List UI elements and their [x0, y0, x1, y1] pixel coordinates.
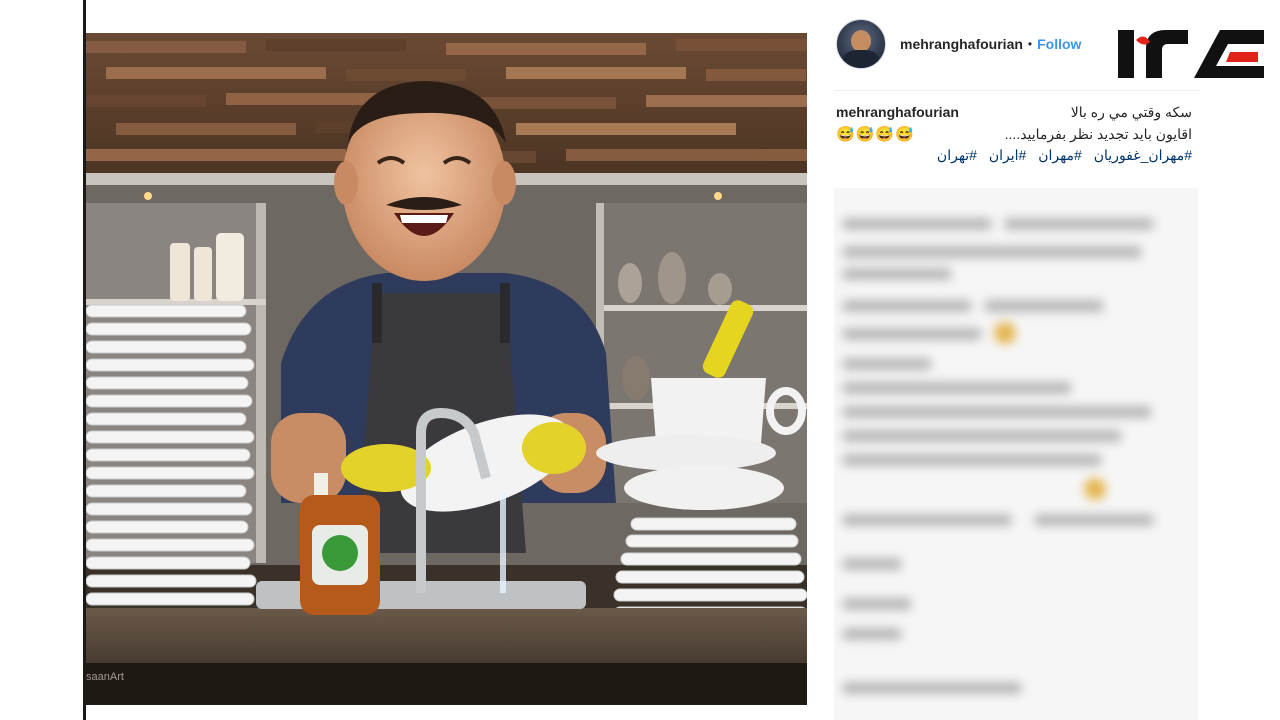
post-username[interactable]: mehranghafourian [900, 36, 1023, 52]
hashtag-link[interactable]: #ایران [989, 147, 1026, 163]
header-separator: • [1027, 37, 1033, 51]
avatar[interactable] [836, 19, 886, 69]
caption-line-2: 😅😅😅😅 اقايون بايد تجديد نظر بفرماييد.... [836, 125, 1192, 144]
caption-text-1: سکه وقتي مي ره بالا [1070, 104, 1192, 120]
caption-emojis: 😅😅😅😅 [836, 126, 915, 143]
caption-hashtags: #مهران_غفوریان #مهران #ایران #تهران [836, 147, 1192, 164]
post-image[interactable]: saanArt [86, 33, 807, 705]
hashtag-link[interactable]: #تهران [937, 147, 977, 163]
avatar-body [843, 50, 879, 68]
post-header: mehranghafourian • Follow [836, 18, 1081, 70]
blurred-comments-area [834, 188, 1198, 720]
post-side-panel: mehranghafourian • Follow mehranghafouri… [808, 0, 1280, 720]
caption-text-2: اقايون بايد تجديد نظر بفرماييد.... [1004, 125, 1192, 142]
post-caption: mehranghafourian سکه وقتي مي ره بالا 😅😅😅… [836, 104, 1192, 164]
avatar-face [851, 30, 871, 52]
site-logo[interactable] [1110, 22, 1270, 86]
hashtag-link[interactable]: #مهران_غفوریان [1094, 147, 1192, 163]
caption-line-1: mehranghafourian سکه وقتي مي ره بالا [836, 104, 1192, 121]
blur-layer [834, 188, 1198, 720]
header-divider [834, 90, 1200, 91]
caption-username[interactable]: mehranghafourian [836, 104, 959, 120]
image-watermark: saanArt [86, 671, 124, 683]
follow-button[interactable]: Follow [1037, 36, 1081, 52]
illustration-svg [86, 33, 807, 705]
hashtag-link[interactable]: #مهران [1038, 147, 1082, 163]
